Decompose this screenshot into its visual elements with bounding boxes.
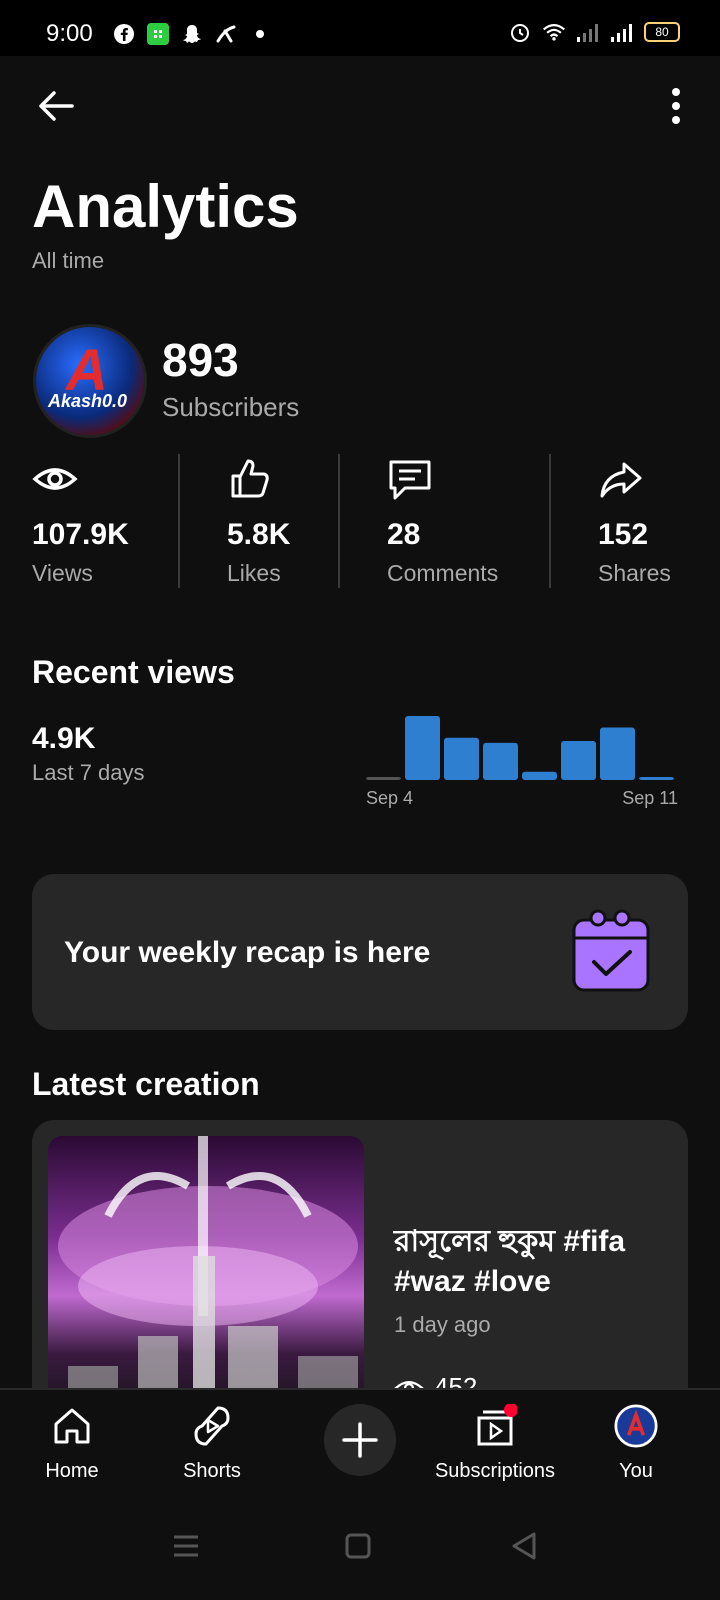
avatar-name: Akash0.0 — [48, 391, 128, 411]
app-icon — [146, 22, 170, 46]
signal-1-icon — [576, 20, 600, 44]
nav-shorts[interactable]: Shorts — [142, 1400, 282, 1490]
home-icon — [54, 1408, 90, 1444]
alarm-icon — [508, 20, 532, 44]
dot-icon — [248, 22, 272, 46]
chart-bar — [405, 716, 440, 780]
stat-value: 5.8K — [227, 518, 291, 551]
system-nav — [0, 1492, 720, 1600]
arrow-left-icon — [39, 91, 74, 121]
latest-creation-title: Latest creation — [32, 1066, 260, 1102]
battery-icon: 80 — [644, 22, 680, 42]
chart-bar — [444, 737, 479, 780]
page-subtitle: All time — [32, 248, 105, 273]
chart-bar — [639, 777, 674, 780]
status-icons-left — [112, 22, 272, 46]
stat-label: Likes — [227, 560, 281, 586]
divider — [338, 454, 340, 588]
nav-you[interactable]: You — [566, 1400, 706, 1490]
nav-label: Subscriptions — [434, 1460, 556, 1482]
latest-video-card[interactable]: রাসূলের হুকুম #fifa #waz #love 1 day ago… — [32, 1120, 688, 1420]
subscribers-count: 893 — [162, 334, 239, 386]
more-vert-icon — [672, 88, 680, 124]
divider — [178, 454, 180, 588]
video-thumbnail[interactable] — [48, 1136, 364, 1420]
stats-row: 107.9K Views 5.8K Likes 28 Comments 152 … — [0, 454, 720, 590]
back-button[interactable] — [34, 84, 78, 128]
chart-bar — [366, 777, 401, 780]
stat-label: Comments — [387, 560, 499, 586]
home-system-button[interactable] — [338, 1526, 378, 1566]
chart-x-label-end: Sep 11 — [622, 788, 678, 808]
share-icon — [600, 462, 642, 498]
thumbs-up-icon — [231, 459, 269, 498]
status-bar: 9:00 80 — [0, 0, 720, 56]
video-title: রাসূলের হুকুম #fifa #waz #love — [394, 1225, 626, 1298]
wifi-icon — [542, 20, 566, 44]
stat-value: 28 — [387, 518, 421, 551]
stat-value: 107.9K — [32, 518, 129, 551]
chart-bar — [600, 727, 635, 780]
create-button[interactable] — [324, 1404, 396, 1476]
recap-text: Your weekly recap is here — [64, 936, 431, 969]
subscriptions-icon — [477, 1404, 517, 1446]
video-age: 1 day ago — [394, 1312, 491, 1337]
status-time: 9:00 — [46, 20, 93, 47]
nav-label: Shorts — [183, 1460, 241, 1482]
facebook-icon — [112, 22, 136, 46]
nav-subscriptions[interactable]: Subscriptions — [425, 1400, 565, 1490]
channel-avatar[interactable]: A Akash0.0 — [33, 324, 147, 438]
subscribers-label: Subscribers — [162, 392, 300, 422]
plus-icon — [342, 1422, 378, 1458]
status-icons-right: 80 — [508, 20, 680, 44]
shorts-icon — [194, 1406, 230, 1446]
triangle-back-icon — [512, 1532, 536, 1560]
snapchat-icon — [180, 22, 204, 46]
back-system-button[interactable] — [504, 1526, 544, 1566]
top-bar — [0, 56, 720, 156]
weekly-recap-card[interactable]: Your weekly recap is here — [32, 874, 688, 1030]
square-icon — [345, 1533, 371, 1559]
recents-button[interactable] — [166, 1526, 206, 1566]
chart-bar — [561, 741, 596, 780]
chart-x-label-start: Sep 4 — [366, 788, 413, 808]
stat-value: 152 — [598, 518, 649, 551]
recent-views-label: Last 7 days — [32, 760, 145, 785]
comment-icon — [389, 460, 431, 500]
nav-label: You — [619, 1460, 653, 1482]
chart-bar — [522, 771, 557, 780]
nav-label: Home — [45, 1460, 99, 1482]
menu-icon — [174, 1535, 198, 1557]
calendar-check-icon — [572, 909, 650, 992]
recent-views-title: Recent views — [32, 654, 235, 690]
signal-icon — [214, 22, 238, 46]
more-options-button[interactable] — [666, 84, 686, 128]
bottom-nav: Home Shorts Subscriptions You — [0, 1388, 720, 1494]
stat-label: Shares — [598, 560, 671, 586]
page-title: Analytics — [32, 173, 299, 240]
stat-label: Views — [32, 560, 93, 586]
recent-views-chart[interactable]: Sep 4 Sep 11 — [366, 706, 686, 816]
divider — [549, 454, 551, 588]
avatar-icon — [614, 1404, 658, 1448]
nav-home[interactable]: Home — [2, 1400, 142, 1490]
recent-views-value: 4.9K — [32, 722, 96, 755]
eye-icon — [32, 468, 78, 490]
chart-bar — [483, 742, 518, 780]
signal-2-icon — [610, 20, 634, 44]
